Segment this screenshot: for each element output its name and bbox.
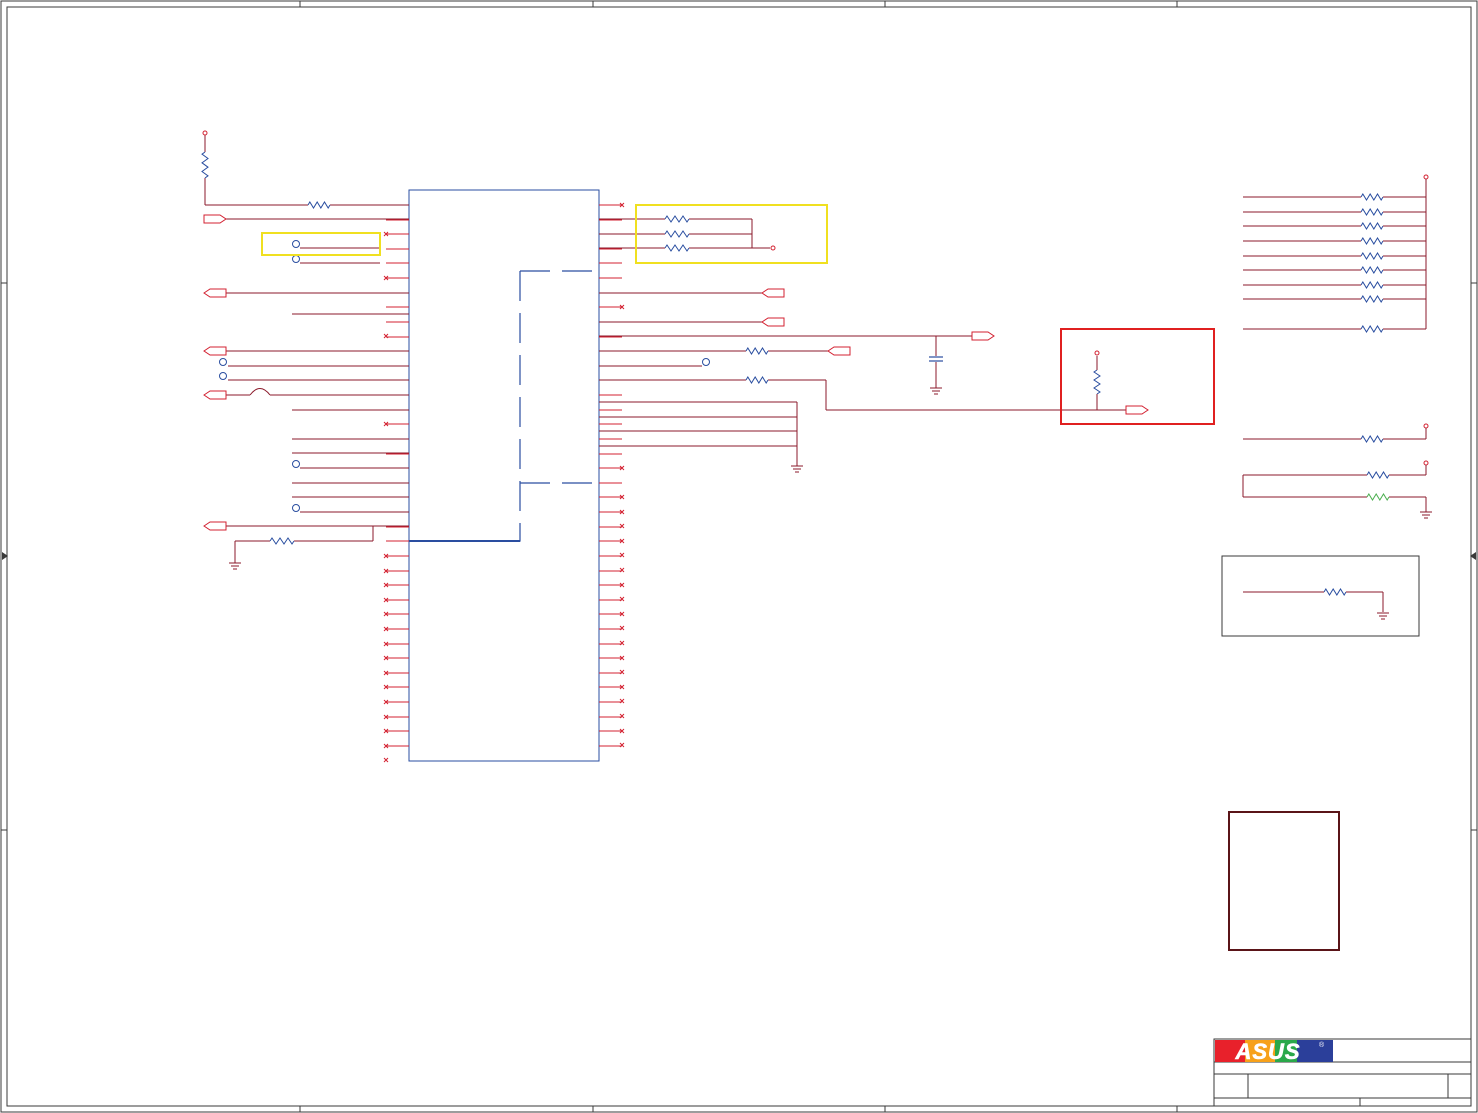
asus-logo: ASUS ® — [1215, 1039, 1333, 1064]
main-ic-body — [408, 189, 600, 762]
resistor-symbol — [664, 215, 690, 223]
resistor-symbol — [1360, 222, 1384, 230]
off-page-connector — [971, 331, 995, 341]
off-page-connector — [1125, 405, 1149, 415]
off-page-connector — [203, 521, 227, 531]
right-wires — [599, 218, 1126, 466]
capacitor — [929, 356, 943, 362]
registered-mark: ® — [1319, 1041, 1325, 1049]
resistor-symbol — [1360, 193, 1384, 201]
highlight-boxes — [261, 204, 1420, 951]
resistor-symbol — [1360, 237, 1384, 245]
resistor-symbol — [1366, 471, 1390, 479]
resistor-symbol — [307, 201, 331, 209]
resistor-symbol — [201, 151, 209, 179]
resistor-symbol — [745, 376, 769, 384]
ic-right-pins — [599, 202, 625, 748]
off-page-connector — [827, 346, 851, 356]
off-page-connector — [203, 390, 227, 400]
left-wires — [204, 135, 409, 563]
resistor-symbol — [1093, 369, 1101, 395]
resistor-symbol — [269, 537, 295, 545]
resistor-symbol — [1360, 435, 1384, 443]
resistor-symbol — [1360, 252, 1384, 260]
off-page-connector — [203, 346, 227, 356]
resistor-symbol — [745, 347, 769, 355]
pullup-bank-wires — [1096, 179, 1427, 612]
resistor-symbol — [664, 230, 690, 238]
resistor-symbol — [664, 244, 690, 252]
resistor-symbol — [1360, 325, 1384, 333]
resistors — [201, 151, 1390, 596]
test-points — [219, 240, 710, 512]
resistor-symbol — [1360, 266, 1384, 274]
off-page-connector — [761, 288, 785, 298]
resistor-symbol — [1360, 208, 1384, 216]
resistor-symbol — [1366, 493, 1390, 501]
no-connect-mark — [383, 757, 389, 763]
off-page-connector — [203, 288, 227, 298]
resistor-symbol — [1360, 295, 1384, 303]
off-page-connector — [203, 214, 227, 224]
schematic-sheet: ASUS ® — [0, 0, 1478, 1113]
resistor-symbol — [1323, 588, 1347, 596]
asus-logo-text: ASUS — [1234, 1039, 1300, 1064]
off-page-connector — [761, 317, 785, 327]
resistor-symbol — [1360, 281, 1384, 289]
power-rail-markers — [202, 130, 1429, 466]
